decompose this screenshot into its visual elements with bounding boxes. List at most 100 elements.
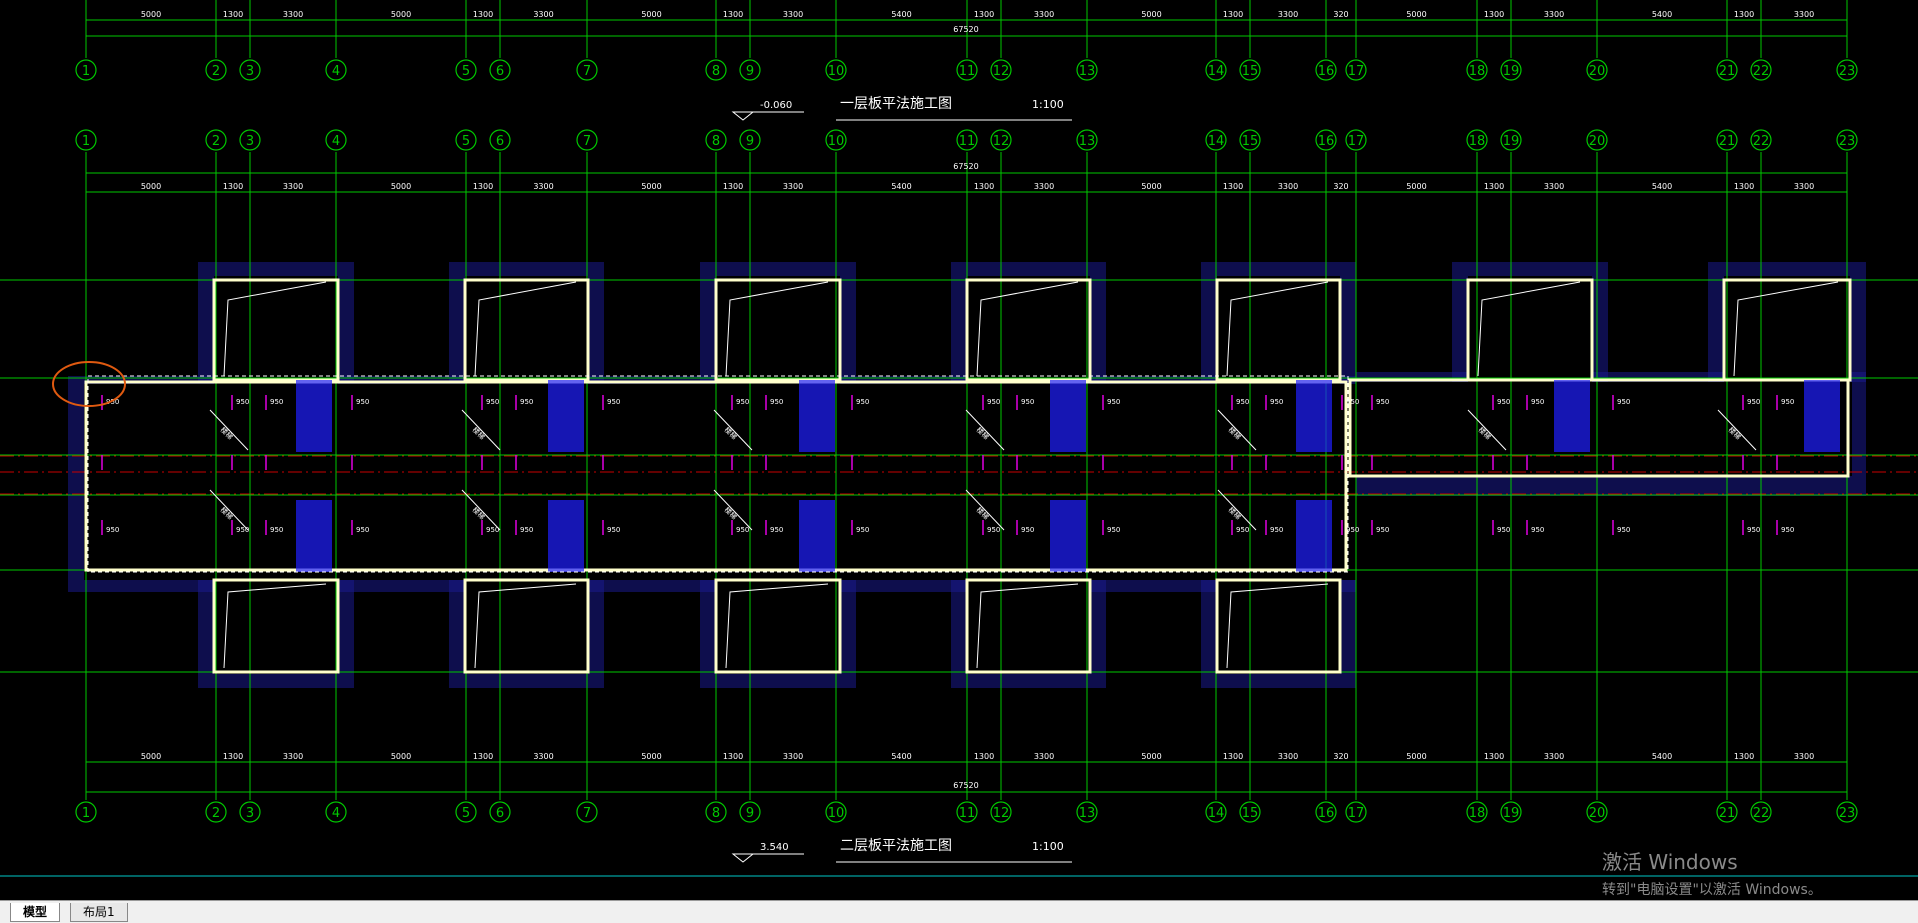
dimension-text: 5000	[141, 182, 161, 191]
plan-scale: 1:100	[1032, 98, 1064, 111]
axis-bubble-label: 19	[1503, 806, 1520, 821]
axis-bubble-label: 6	[496, 134, 504, 149]
dimension-text: 3300	[1794, 10, 1814, 19]
axis-bubble-label: 13	[1079, 134, 1096, 149]
axis-bubble-label: 21	[1719, 806, 1736, 821]
layout-tab-bar: 模型 布局1	[0, 900, 1918, 923]
dimension-total-text: 67520	[953, 162, 978, 171]
slab-label: 950	[1747, 526, 1760, 534]
dimension-text: 5000	[141, 10, 161, 19]
slab-label: 950	[236, 398, 249, 406]
axis-bubble-label: 17	[1348, 806, 1365, 821]
axis-bubble-label: 18	[1469, 806, 1486, 821]
dimension-text: 1300	[1484, 752, 1504, 761]
axis-bubble-label: 9	[746, 134, 754, 149]
slab-label: 950	[1497, 398, 1510, 406]
tab-model[interactable]: 模型	[10, 903, 61, 922]
dimension-text: 1300	[223, 752, 243, 761]
axis-bubble-label: 17	[1348, 134, 1365, 149]
dimension-text: 1300	[473, 10, 493, 19]
dimension-text: 5000	[391, 10, 411, 19]
wing-north-floor	[967, 276, 1090, 388]
axis-bubble-label: 12	[993, 806, 1010, 821]
axis-bubble-label: 12	[993, 134, 1010, 149]
slab-label: 950	[1270, 526, 1283, 534]
slab-label: 950	[356, 398, 369, 406]
dimension-text: 1300	[723, 10, 743, 19]
axis-bubble-label: 4	[332, 134, 340, 149]
stair-hatch	[296, 500, 332, 572]
dimension-text: 5400	[891, 752, 911, 761]
slab-label: 950	[1021, 526, 1034, 534]
stair-hatch	[296, 380, 332, 452]
dimension-text: 1300	[1734, 10, 1754, 19]
dimension-text: 3300	[783, 182, 803, 191]
plan-title: 二层板平法施工图	[840, 838, 952, 854]
slab-label: 950	[770, 398, 783, 406]
axis-bubble-label: 23	[1839, 134, 1856, 149]
axis-bubble-label: 20	[1589, 134, 1606, 149]
axis-bubble-label: 6	[496, 806, 504, 821]
dimension-text: 5000	[1406, 10, 1426, 19]
wing-south-floor	[716, 576, 840, 674]
dimension-text: 1300	[1484, 182, 1504, 191]
wing-north-floor	[1468, 276, 1592, 388]
dimension-total-text: 67520	[953, 25, 978, 34]
dimension-text: 5400	[1652, 752, 1672, 761]
dimension-text: 3300	[283, 182, 303, 191]
dimension-text: 5000	[1406, 182, 1426, 191]
slab-label: 950	[1346, 526, 1359, 534]
dimension-text: 3300	[1278, 752, 1298, 761]
axis-bubble-label: 10	[828, 806, 845, 821]
dimension-text: 3300	[1034, 10, 1054, 19]
axis-bubble-label: 19	[1503, 64, 1520, 79]
slab-label: 950	[1781, 398, 1794, 406]
axis-bubble-label: 15	[1242, 134, 1259, 149]
slab-label: 950	[1021, 398, 1034, 406]
axis-bubble-label: 21	[1719, 64, 1736, 79]
axis-bubble-label: 10	[828, 64, 845, 79]
axis-bubble-label: 10	[828, 134, 845, 149]
slab-label: 950	[736, 398, 749, 406]
dimension-text: 3300	[283, 10, 303, 19]
axis-bubble-label: 9	[746, 64, 754, 79]
cad-drawing-canvas[interactable]: 1112223334445556667778889991010101111111…	[0, 0, 1918, 900]
tab-layout-1[interactable]: 布局1	[70, 903, 128, 922]
slab-label: 950	[1270, 398, 1283, 406]
dimension-text: 3300	[533, 182, 553, 191]
dimension-text: 1300	[223, 10, 243, 19]
axis-bubble-label: 17	[1348, 64, 1365, 79]
core-floor	[84, 384, 1356, 580]
axis-bubble-label: 13	[1079, 806, 1096, 821]
slab-label: 950	[1376, 398, 1389, 406]
dimension-text: 5400	[1652, 182, 1672, 191]
axis-bubble-label: 11	[959, 64, 976, 79]
slab-label: 950	[1617, 526, 1630, 534]
dimension-text: 1300	[974, 10, 994, 19]
slab-label: 950	[1617, 398, 1630, 406]
dimension-text: 5000	[1141, 10, 1161, 19]
dimension-text: 3300	[1794, 752, 1814, 761]
axis-bubble-label: 4	[332, 806, 340, 821]
axis-bubble-label: 9	[746, 806, 754, 821]
axis-bubble-label: 7	[583, 806, 591, 821]
axis-bubble-label: 16	[1318, 806, 1335, 821]
slab-label: 950	[1747, 398, 1760, 406]
dimension-text: 3300	[533, 10, 553, 19]
slab-label: 950	[1497, 526, 1510, 534]
slab-label: 950	[736, 526, 749, 534]
axis-bubble-label: 19	[1503, 134, 1520, 149]
dimension-text: 1300	[974, 752, 994, 761]
axis-bubble-label: 22	[1753, 134, 1770, 149]
dimension-text: 3300	[1544, 10, 1564, 19]
dimension-text: 5400	[1652, 10, 1672, 19]
stair-hatch	[1554, 380, 1590, 452]
axis-bubble-label: 21	[1719, 134, 1736, 149]
axis-bubble-label: 4	[332, 64, 340, 79]
axis-bubble-label: 14	[1208, 64, 1225, 79]
wing-north-floor	[1724, 276, 1850, 388]
dimension-text: 3300	[1034, 752, 1054, 761]
slab-label: 950	[520, 526, 533, 534]
axis-bubble-label: 11	[959, 134, 976, 149]
dimension-text: 5000	[641, 752, 661, 761]
